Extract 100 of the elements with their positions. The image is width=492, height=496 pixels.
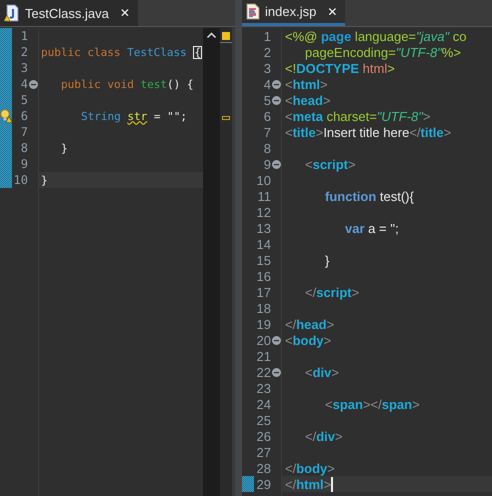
code-token: str — [127, 110, 148, 122]
code-token: String — [80, 110, 122, 122]
collapse-icon[interactable] — [272, 336, 280, 344]
caret-up-icon[interactable] — [207, 32, 216, 38]
code-token: %> — [442, 44, 461, 60]
code-token: > — [335, 428, 343, 444]
line-number: 3 — [262, 60, 271, 76]
collapse-icon[interactable] — [272, 368, 280, 376]
line-number: 5 — [262, 92, 271, 108]
code-token: > — [444, 124, 452, 140]
code-token: head — [296, 316, 327, 332]
line-number: 7 — [262, 124, 271, 140]
editor-tab[interactable]: index.jsp ✕ — [242, 0, 346, 26]
code-token: < — [324, 396, 333, 412]
code-token: span — [382, 396, 412, 412]
code-token: } — [41, 174, 48, 186]
code-token: "java" — [416, 28, 450, 44]
line-number: 9 — [262, 156, 271, 172]
code-token: > — [316, 124, 324, 140]
line-number: 28 — [256, 460, 271, 476]
code-token: div — [312, 364, 332, 380]
code-token: < — [304, 156, 313, 172]
line-number: 2 — [20, 45, 28, 59]
code-token: < — [285, 76, 293, 92]
editor-tab[interactable]: TestClass.java ✕ — [0, 0, 138, 26]
line-number: 27 — [256, 444, 271, 460]
code-token: > — [324, 332, 332, 348]
code-token: DOCTYPE — [296, 60, 360, 76]
line-number: 6 — [20, 109, 28, 123]
collapse-icon[interactable] — [28, 80, 38, 88]
document-icon — [246, 3, 260, 20]
text-cursor — [331, 476, 334, 492]
collapse-icon[interactable] — [272, 160, 280, 168]
line-number: 21 — [256, 348, 271, 364]
code-token: > — [327, 460, 335, 476]
line-number: 1 — [262, 28, 271, 44]
code-token: html — [296, 476, 324, 492]
code-token: body — [296, 460, 328, 476]
line-number: 26 — [256, 428, 271, 444]
code-token: test(){ — [378, 188, 414, 204]
line-number: 13 — [256, 220, 271, 236]
line-number: 24 — [256, 396, 271, 412]
line-number: 10 — [12, 173, 28, 187]
code-token: "UTF-8" — [376, 108, 423, 124]
code-token: () { — [166, 78, 194, 90]
code-token: < — [285, 332, 293, 348]
line-number: 9 — [20, 157, 28, 171]
code-token: > — [352, 284, 360, 300]
code-token: public void — [60, 78, 135, 90]
close-icon[interactable]: ✕ — [327, 4, 338, 18]
close-icon[interactable]: ✕ — [120, 6, 130, 20]
code-token: title — [292, 124, 316, 140]
code-token: head — [292, 92, 323, 108]
line-number: 1 — [20, 29, 28, 43]
code-token: script — [312, 156, 348, 172]
line-number: 12 — [256, 204, 271, 220]
line-number: 4 — [20, 77, 28, 91]
code-token: <%@ — [285, 28, 318, 44]
code-token: a = ''; — [367, 220, 399, 236]
code-token: html — [362, 60, 388, 76]
code-token: Insert title here — [323, 124, 410, 140]
code-token: > — [320, 76, 328, 92]
line-number: 2 — [262, 44, 271, 60]
warning-marker[interactable] — [222, 116, 230, 120]
code-token: page — [320, 28, 352, 44]
code-token: html — [292, 76, 320, 92]
code-token: script — [316, 284, 352, 300]
code-token: ></ — [362, 396, 382, 412]
code-token: test — [140, 78, 167, 90]
code-token: > — [324, 476, 332, 492]
line-number: 23 — [256, 380, 271, 396]
code-token: </ — [285, 460, 296, 476]
line-number: 5 — [20, 93, 28, 107]
collapse-icon[interactable] — [272, 96, 280, 104]
code-token: title — [420, 124, 444, 140]
line-number: 20 — [256, 332, 271, 348]
code-token: public class — [41, 46, 122, 58]
code-token: < — [285, 108, 293, 124]
code-token: span — [332, 396, 363, 412]
code-token: </ — [304, 284, 316, 300]
code-token: charset= — [326, 108, 377, 124]
line-number: 4 — [262, 76, 271, 92]
code-token: <! — [285, 60, 296, 76]
code-token: > — [326, 316, 334, 332]
collapse-icon[interactable] — [272, 80, 280, 88]
line-number: 8 — [20, 141, 28, 155]
code-token: < — [304, 364, 313, 380]
code-token: TestClass — [127, 46, 188, 58]
code-token: < — [285, 92, 293, 108]
line-number: 25 — [256, 412, 271, 428]
line-number: 17 — [256, 284, 271, 300]
code-token: </ — [285, 476, 296, 492]
line-number: 11 — [256, 188, 271, 204]
code-token: body — [292, 332, 324, 348]
code-token: > — [322, 92, 331, 108]
line-number: 7 — [20, 125, 28, 139]
code-token: function — [324, 188, 376, 204]
code-token: > — [348, 156, 356, 172]
code-token: pageEncoding= — [304, 44, 396, 60]
code-token: > — [331, 364, 339, 380]
